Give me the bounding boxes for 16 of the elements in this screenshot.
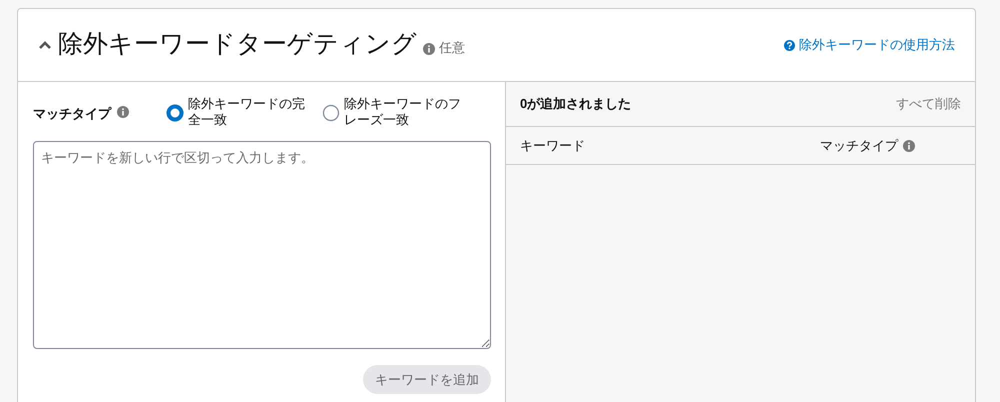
optional-label: 任意 [439, 38, 465, 56]
info-icon [903, 140, 915, 152]
match-type-radio[interactable]: 除外キーワードのフレーズ一致 [322, 96, 472, 128]
added-count: 0が追加されました [520, 95, 632, 114]
column-header: キーワード [520, 136, 586, 155]
section-title: 除外キーワードターゲティング [58, 29, 417, 60]
match-type-radio[interactable]: 除外キーワードの完全一致 [166, 96, 316, 128]
info-icon [423, 43, 435, 55]
help-link[interactable]: 除外キーワードの使用方法 [784, 35, 955, 55]
match-type-label: マッチタイプ [33, 105, 111, 123]
column-header: マッチタイプ [820, 136, 898, 155]
clear-all-link[interactable]: すべて削除 [896, 94, 961, 114]
keywords-input-field[interactable]: キーワードを新しい行で区切って入力します。 [33, 141, 491, 349]
help-icon [784, 40, 795, 50]
collapse-chevron-icon[interactable] [38, 40, 52, 50]
info-icon [117, 106, 129, 118]
